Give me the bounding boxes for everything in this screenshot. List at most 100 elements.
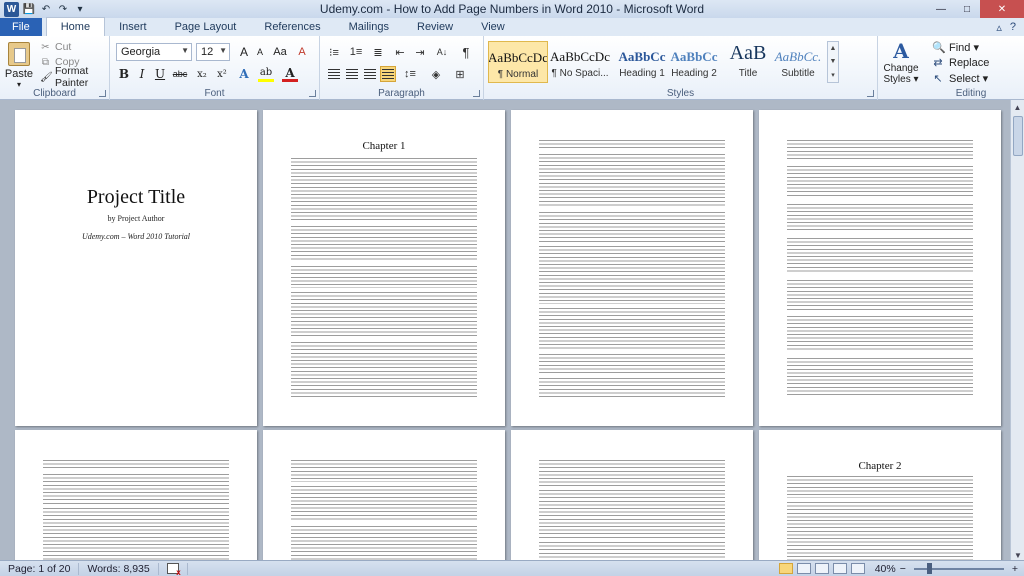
underline-button[interactable]: U [152, 66, 168, 82]
borders-button[interactable]: ⊞ [452, 66, 468, 82]
title-bar: W 💾 ↶ ↷ ▾ Udemy.com - How to Add Page Nu… [0, 0, 1024, 18]
grow-font-button[interactable]: A [236, 44, 252, 60]
cut-button[interactable]: ✂ Cut [40, 40, 71, 54]
subscript-button[interactable]: x₂ [194, 66, 210, 82]
scroll-down-button[interactable]: ▼ [1011, 551, 1024, 560]
tab-view[interactable]: View [467, 18, 519, 36]
style-subtitle[interactable]: AaBbCc. Subtitle [768, 41, 828, 83]
help-icon[interactable]: ? [1010, 21, 1016, 34]
close-button[interactable]: ✕ [980, 0, 1024, 18]
scroll-thumb[interactable] [1013, 116, 1023, 156]
full-screen-reading-view-button[interactable] [796, 563, 811, 574]
page-8-chapter-2[interactable]: Chapter 2 [759, 430, 1001, 560]
styles-gallery-scroll[interactable]: ▲ ▼ ▾ [827, 41, 839, 83]
style-normal[interactable]: AaBbCcDc ¶ Normal [488, 41, 548, 83]
paragraph-text [539, 212, 725, 242]
tab-review[interactable]: Review [403, 18, 467, 36]
word-count[interactable]: Words: 8,935 [79, 562, 159, 575]
style-heading-2[interactable]: AaBbCc Heading 2 [664, 41, 724, 83]
font-size-combo[interactable]: 12 ▼ [196, 43, 230, 61]
tab-page-layout[interactable]: Page Layout [161, 18, 251, 36]
paragraph-text [291, 526, 477, 560]
find-button[interactable]: 🔍 Find ▾ [932, 41, 979, 54]
clipboard-launcher-icon[interactable] [99, 90, 106, 97]
tab-mailings[interactable]: Mailings [335, 18, 403, 36]
shading-button[interactable]: ◈ [428, 66, 444, 82]
save-icon[interactable]: 💾 [22, 2, 36, 16]
document-area[interactable]: Project Title by Project Author Udemy.co… [0, 100, 1010, 560]
paragraph-text [787, 238, 973, 274]
paragraph-launcher-icon[interactable] [473, 90, 480, 97]
font-family-combo[interactable]: Georgia ▼ [116, 43, 192, 61]
numbering-button[interactable]: 1≡ [348, 44, 364, 60]
paragraph-text [787, 476, 973, 498]
justify-button[interactable] [380, 66, 396, 82]
maximize-button[interactable]: □ [954, 0, 980, 18]
zoom-out-button[interactable]: − [900, 563, 906, 575]
outline-view-button[interactable] [832, 563, 847, 574]
bold-button[interactable]: B [116, 66, 132, 82]
font-color-button[interactable]: A [282, 66, 298, 82]
tab-file[interactable]: File [0, 18, 42, 36]
zoom-level[interactable]: 40% [875, 563, 896, 575]
clear-formatting-button[interactable]: A [294, 44, 310, 60]
tab-home[interactable]: Home [45, 17, 106, 36]
align-right-button[interactable] [362, 66, 378, 82]
undo-icon[interactable]: ↶ [39, 2, 53, 16]
proofing-button[interactable] [159, 562, 188, 576]
font-launcher-icon[interactable] [309, 90, 316, 97]
tab-references[interactable]: References [250, 18, 334, 36]
page-7[interactable] [511, 430, 753, 560]
zoom-in-button[interactable]: + [1012, 563, 1018, 575]
page-count[interactable]: Page: 1 of 20 [0, 562, 80, 575]
italic-button[interactable]: I [134, 66, 150, 82]
style-no-spacing[interactable]: AaBbCcDc ¶ No Spaci... [550, 41, 610, 83]
style-heading-1[interactable]: AaBbCc Heading 1 [612, 41, 672, 83]
increase-indent-button[interactable]: ⇥ [412, 44, 428, 60]
multilevel-list-button[interactable]: ≣ [370, 44, 386, 60]
tab-insert[interactable]: Insert [105, 18, 161, 36]
paste-button[interactable]: Paste ▾ [4, 42, 34, 89]
bullets-button[interactable]: ⁝≡ [326, 44, 342, 60]
change-case-button[interactable]: Aa [272, 44, 288, 60]
page-1-title[interactable]: Project Title by Project Author Udemy.co… [15, 110, 257, 426]
change-styles-button[interactable]: A Change Styles ▾ [880, 39, 922, 85]
print-layout-view-button[interactable] [778, 563, 793, 574]
minimize-button[interactable]: — [928, 0, 954, 18]
replace-label: Replace [949, 56, 990, 69]
customize-qat-icon[interactable]: ▾ [73, 2, 87, 16]
zoom-slider-knob[interactable] [926, 562, 932, 574]
page-3[interactable] [511, 110, 753, 426]
styles-launcher-icon[interactable] [867, 90, 874, 97]
align-center-button[interactable] [344, 66, 360, 82]
replace-button[interactable]: ⇄ Replace [932, 56, 990, 70]
show-formatting-button[interactable]: ¶ [458, 44, 474, 60]
highlight-button[interactable]: ab [258, 66, 274, 82]
chevron-down-icon[interactable]: ▼ [830, 58, 837, 65]
page-4[interactable] [759, 110, 1001, 426]
text-effects-button[interactable]: A [236, 66, 252, 82]
superscript-button[interactable]: x² [214, 66, 230, 82]
gallery-more-icon[interactable]: ▾ [831, 71, 835, 79]
page-6[interactable] [263, 430, 505, 560]
style-preview: AaBbCcDc [550, 49, 610, 64]
align-left-button[interactable] [326, 66, 342, 82]
format-painter-button[interactable]: 🖌 Format Painter [40, 65, 109, 89]
page-2-chapter-1[interactable]: Chapter 1 [263, 110, 505, 426]
word-app-icon[interactable]: W [4, 1, 19, 17]
chevron-up-icon[interactable]: ▲ [830, 45, 837, 52]
select-button[interactable]: ↖ Select ▾ [932, 72, 988, 85]
shrink-font-button[interactable]: A [252, 44, 268, 60]
line-spacing-button[interactable]: ↕≡ [402, 66, 418, 82]
draft-view-button[interactable] [850, 563, 865, 574]
web-layout-view-button[interactable] [814, 563, 829, 574]
minimize-ribbon-icon[interactable]: ▵ [996, 21, 1002, 34]
sort-button[interactable]: A↓ [434, 44, 450, 60]
vertical-scrollbar[interactable]: ▲ ▼ [1010, 100, 1024, 560]
strikethrough-button[interactable]: abc [172, 66, 188, 82]
zoom-slider[interactable] [913, 562, 1004, 574]
decrease-indent-button[interactable]: ⇤ [392, 44, 408, 60]
page-5[interactable] [15, 430, 257, 560]
scroll-up-button[interactable]: ▲ [1011, 100, 1024, 114]
redo-icon[interactable]: ↷ [56, 2, 70, 16]
